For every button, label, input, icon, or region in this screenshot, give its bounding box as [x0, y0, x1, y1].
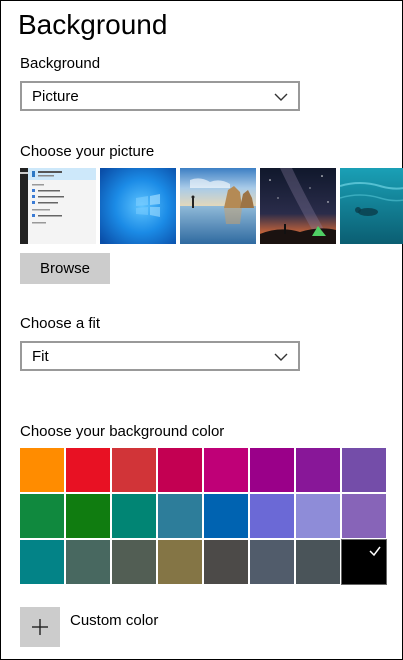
color-swatch[interactable] [20, 540, 64, 584]
custom-color-button[interactable]: Custom color [20, 607, 158, 647]
night-sky-image [260, 168, 336, 244]
chevron-down-icon [274, 353, 288, 361]
color-swatch[interactable] [296, 540, 340, 584]
checkmark-icon [369, 546, 381, 557]
color-swatch[interactable] [296, 448, 340, 492]
custom-color-label: Custom color [70, 612, 159, 629]
color-swatch[interactable] [250, 448, 294, 492]
picture-thumbnails [20, 168, 403, 244]
color-swatch[interactable] [20, 494, 64, 538]
color-swatch[interactable] [112, 448, 156, 492]
underwater-image [340, 168, 403, 244]
fit-dropdown[interactable]: Fit [20, 341, 300, 371]
color-swatch[interactable] [66, 540, 110, 584]
start-menu-image [20, 168, 96, 244]
color-swatch[interactable] [112, 494, 156, 538]
background-dropdown-value: Picture [32, 87, 79, 105]
beach-rocks-image [180, 168, 256, 244]
choose-picture-label: Choose your picture [20, 143, 155, 160]
color-swatch[interactable] [342, 448, 386, 492]
color-swatch[interactable] [250, 540, 294, 584]
browse-button[interactable]: Browse [20, 253, 110, 284]
color-swatch[interactable] [204, 448, 248, 492]
add-icon-box [20, 607, 60, 647]
choose-color-label: Choose your background color [20, 423, 225, 440]
picture-thumbnail-underwater[interactable] [340, 168, 403, 244]
plus-icon [32, 619, 48, 635]
background-label: Background [20, 55, 101, 72]
choose-fit-label: Choose a fit [20, 315, 101, 332]
windows-blue-image [100, 168, 176, 244]
color-swatch[interactable] [66, 448, 110, 492]
color-swatch[interactable] [158, 494, 202, 538]
fit-dropdown-value: Fit [32, 347, 49, 365]
picture-thumbnail-windows[interactable] [100, 168, 176, 244]
color-swatch[interactable] [204, 494, 248, 538]
picture-thumbnail-beach[interactable] [180, 168, 256, 244]
color-swatch[interactable] [20, 448, 64, 492]
page-title: Background [18, 9, 168, 40]
color-swatch[interactable] [296, 494, 340, 538]
color-swatch[interactable] [250, 494, 294, 538]
color-swatch[interactable] [112, 540, 156, 584]
picture-thumbnail-start-menu[interactable] [20, 168, 96, 244]
color-swatch[interactable] [158, 540, 202, 584]
background-dropdown[interactable]: Picture [20, 81, 300, 111]
color-swatch[interactable] [158, 448, 202, 492]
color-swatch[interactable] [66, 494, 110, 538]
color-swatch[interactable] [341, 539, 387, 585]
chevron-down-icon [274, 93, 288, 101]
color-swatch[interactable] [204, 540, 248, 584]
color-swatch[interactable] [342, 494, 386, 538]
picture-thumbnail-night-sky[interactable] [260, 168, 336, 244]
